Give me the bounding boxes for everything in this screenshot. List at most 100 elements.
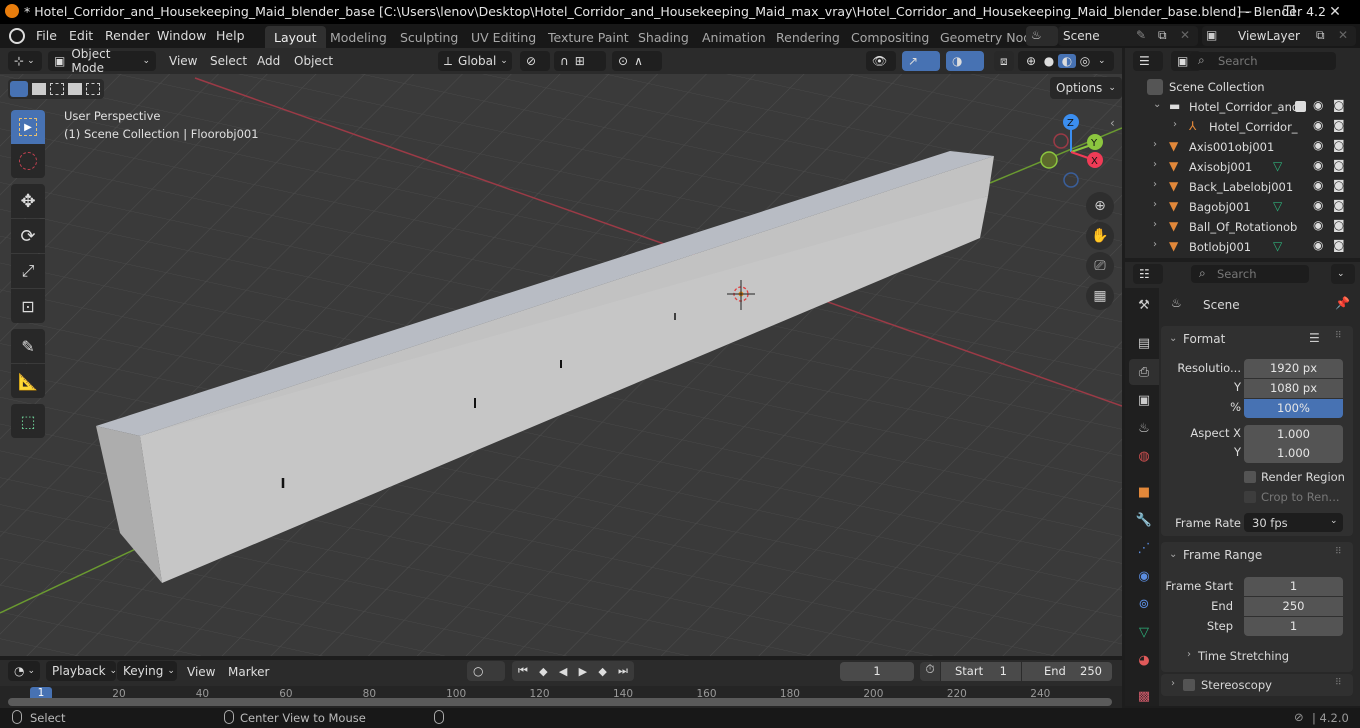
tab-modeling[interactable]: Modeling [321, 26, 396, 48]
timeline-scrollbar[interactable] [8, 698, 1112, 706]
play-icon[interactable]: ▶ [579, 665, 587, 678]
eye-icon[interactable]: ◉ [1313, 158, 1323, 172]
camera-render-icon[interactable]: ◙ [1333, 238, 1345, 252]
tab-animation[interactable]: Animation [693, 26, 775, 48]
tab-modifiers[interactable]: 🔧 [1129, 507, 1159, 533]
chevron-down-icon[interactable]: ⌄ [1153, 99, 1161, 110]
prev-keyframe-icon[interactable]: ◆ [539, 665, 547, 678]
tab-view-layer[interactable]: ▣ [1129, 387, 1159, 413]
pin-icon[interactable]: 📌 [1335, 296, 1350, 310]
editor-type-button[interactable]: ⊹ ⌄ [8, 51, 42, 71]
new-scene-icon[interactable]: ⧉ [1158, 28, 1167, 43]
properties-options-dropdown[interactable]: ⌄ [1331, 264, 1355, 284]
stopwatch-icon[interactable]: ⏱ [920, 662, 940, 681]
selectability-visibility-button[interactable]: 👁 [866, 51, 896, 71]
navigation-gizmo[interactable]: Z Y X [1035, 112, 1110, 192]
zoom-view-button[interactable]: ⊕ [1086, 192, 1114, 220]
tab-shading[interactable]: Shading [629, 26, 698, 48]
maximize-button[interactable]: ❐ [1266, 0, 1312, 24]
tool-transform[interactable]: ⊡ [11, 289, 45, 323]
tool-scale[interactable]: ⤢ [11, 254, 45, 288]
frame-range-title[interactable]: Frame Range [1183, 548, 1262, 562]
outliner-item[interactable]: › ▼ Bagobj001 ▽ ◉ ◙ [1125, 197, 1360, 217]
close-button[interactable]: ✕ [1312, 0, 1358, 24]
blender-menu-icon[interactable] [9, 28, 25, 44]
ortho-toggle-button[interactable]: ▦ [1086, 282, 1114, 310]
viewlayer-selector[interactable]: ▣ ViewLayer ⧉ ✕ [1202, 26, 1356, 46]
tab-rendering[interactable]: Rendering [767, 26, 849, 48]
proportional-edit-button[interactable]: ⊙ ∧ [612, 51, 662, 71]
menu-object[interactable]: Object [294, 54, 333, 68]
chevron-right-icon[interactable]: › [1153, 239, 1157, 250]
timeline-editor-type-button[interactable]: ◔ ⌄ [8, 661, 40, 681]
chevron-right-icon[interactable]: › [1171, 678, 1175, 689]
eye-icon[interactable]: ◉ [1313, 138, 1323, 152]
solid-shading-icon[interactable]: ● [1040, 54, 1058, 68]
camera-render-icon[interactable]: ◙ [1333, 198, 1345, 212]
tab-world[interactable]: ◍ [1129, 443, 1159, 469]
scene-selector[interactable]: Scene ✎ ⧉ ✕ [1058, 26, 1198, 46]
menu-render[interactable]: Render [105, 28, 150, 43]
eye-icon[interactable]: ◉ [1313, 198, 1323, 212]
properties-search-input[interactable]: ⌕ Search [1191, 265, 1309, 283]
presets-icon[interactable]: ☰ [1309, 331, 1320, 345]
frame-step-field[interactable]: 1 [1244, 617, 1343, 636]
rendered-shading-icon[interactable]: ◎ [1076, 54, 1094, 68]
scene-type-icon[interactable]: ♨ [1026, 26, 1058, 46]
aspect-x-field[interactable]: 1.000 [1244, 425, 1343, 444]
frame-start-field[interactable]: 1 [1244, 577, 1343, 596]
jump-end-icon[interactable]: ⏭ [618, 664, 628, 678]
menu-edit[interactable]: Edit [69, 28, 93, 43]
camera-render-icon[interactable]: ◙ [1333, 138, 1345, 152]
format-collapse-icon[interactable]: ⌄ [1169, 333, 1177, 344]
pin-icon[interactable]: ✎ [1136, 28, 1146, 42]
eye-icon[interactable]: ◉ [1313, 98, 1323, 112]
overlay-toggle-button[interactable]: ◑ [946, 51, 984, 71]
mesh-data-icon[interactable]: ▽ [1273, 239, 1282, 253]
select-extend-button[interactable] [32, 83, 46, 95]
outliner-item[interactable]: › ▼ Axis001obj001 ◉ ◙ [1125, 137, 1360, 157]
gizmo-toggle-button[interactable]: ↗ [902, 51, 940, 71]
outliner-item[interactable]: › ▼ Botlobj001 ▽ ◉ ◙ [1125, 237, 1360, 257]
format-panel-title[interactable]: Format [1183, 332, 1225, 346]
camera-render-icon[interactable]: ◙ [1333, 98, 1345, 112]
outliner-item[interactable]: › ⅄ Hotel_Corridor_ ◉ ◙ [1125, 117, 1360, 137]
tab-sculpting[interactable]: Sculpting [391, 26, 467, 48]
start-frame-field[interactable]: Start 1 [941, 662, 1021, 681]
select-subtract-button[interactable] [50, 83, 64, 95]
pan-view-button[interactable]: ✋ [1086, 222, 1114, 250]
eye-icon[interactable]: ◉ [1313, 178, 1323, 192]
new-viewlayer-icon[interactable]: ⧉ [1316, 28, 1325, 43]
tab-physics[interactable]: ◉ [1129, 563, 1159, 589]
menu-add[interactable]: Add [257, 54, 280, 68]
chevron-right-icon[interactable]: › [1173, 119, 1177, 130]
xray-toggle-button[interactable]: ⧈ [994, 51, 1014, 71]
resolution-x-field[interactable]: 1920 px [1244, 359, 1343, 378]
render-region-checkbox[interactable] [1244, 471, 1256, 483]
jump-start-icon[interactable]: ⏮ [518, 664, 528, 678]
aspect-y-field[interactable]: 1.000 [1244, 444, 1343, 463]
chevron-right-icon[interactable]: › [1153, 139, 1157, 150]
frame-range-collapse-icon[interactable]: ⌄ [1169, 549, 1177, 560]
chevron-right-icon[interactable]: › [1153, 159, 1157, 170]
end-frame-field[interactable]: End 250 [1022, 662, 1112, 681]
tab-constraints[interactable]: ⊚ [1129, 591, 1159, 617]
menu-view[interactable]: View [169, 54, 197, 68]
mode-selector[interactable]: ▣ Object Mode ⌄ [48, 47, 156, 75]
eye-icon[interactable]: ◉ [1313, 118, 1323, 132]
chevron-right-icon[interactable]: › [1153, 219, 1157, 230]
tool-measure[interactable]: 📐 [11, 364, 45, 398]
chevron-right-icon[interactable]: › [1187, 649, 1191, 660]
tab-object[interactable]: ■ [1129, 479, 1159, 505]
remove-scene-icon[interactable]: ✕ [1180, 28, 1190, 42]
camera-render-icon[interactable]: ◙ [1333, 158, 1345, 172]
play-reverse-icon[interactable]: ◀ [559, 665, 567, 678]
tab-output[interactable]: ⎙ [1129, 359, 1159, 385]
tab-particles[interactable]: ⋰ [1129, 535, 1159, 561]
playback-menu[interactable]: Playback ⌄ [46, 661, 117, 681]
tab-scene[interactable]: ♨ [1129, 415, 1159, 441]
exclude-checkbox[interactable] [1295, 101, 1306, 112]
camera-render-icon[interactable]: ◙ [1333, 218, 1345, 232]
outliner-item[interactable]: › ▼ Ball_Of_Rotationob ◉ ◙ [1125, 217, 1360, 237]
menu-file[interactable]: File [36, 28, 57, 43]
